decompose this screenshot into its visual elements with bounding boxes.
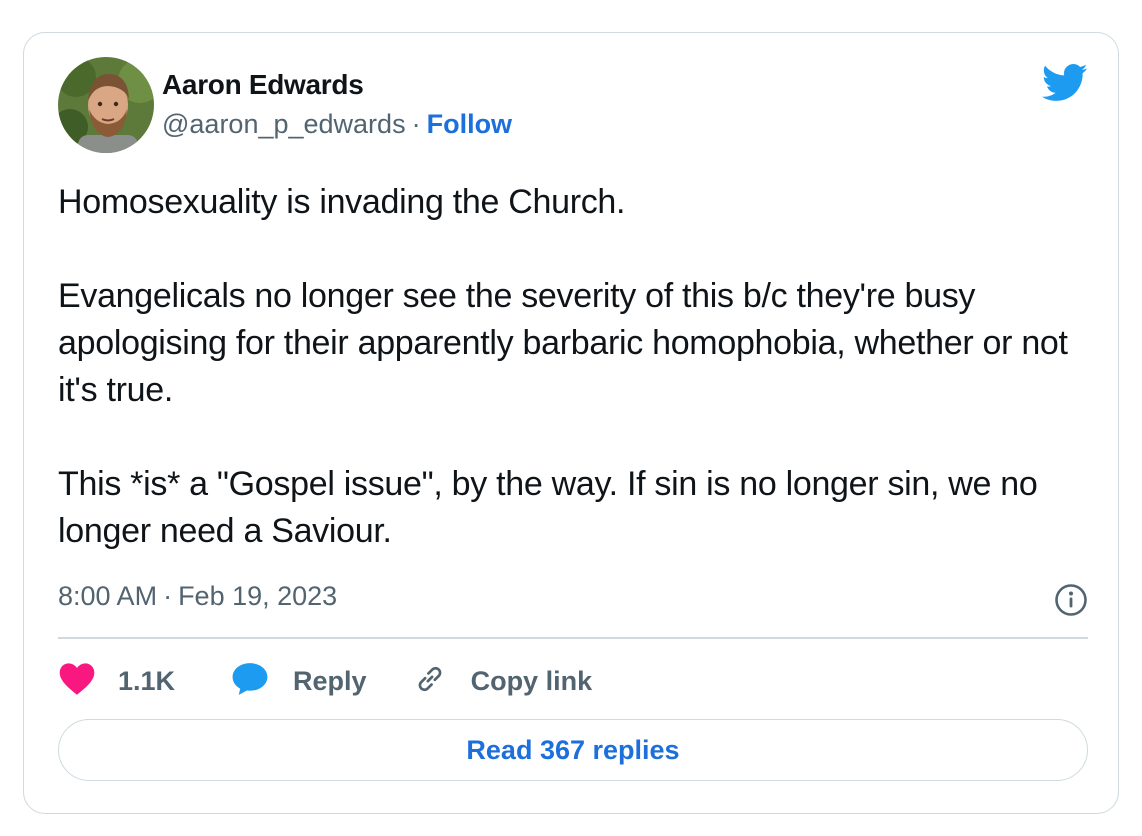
timestamp-separator: · — [163, 581, 173, 611]
author-display-name[interactable]: Aaron Edwards — [162, 69, 364, 101]
handle-separator: · — [411, 109, 421, 139]
heart-icon — [58, 662, 96, 701]
tweet-card: Aaron Edwards @aaron_p_edwards · Follow Ho… — [23, 32, 1119, 814]
twitter-bird-icon[interactable] — [1041, 63, 1088, 103]
reply-bubble-icon — [231, 661, 269, 702]
action-bar: 1.1K Reply Copy link — [58, 661, 592, 701]
author-handle[interactable]: @aaron_p_edwards — [162, 109, 406, 139]
link-icon — [413, 662, 447, 701]
reply-button[interactable]: Reply — [231, 661, 367, 702]
read-replies-button[interactable]: Read 367 replies — [58, 719, 1088, 781]
like-button[interactable]: 1.1K — [58, 662, 175, 701]
copy-link-button[interactable]: Copy link — [413, 662, 593, 701]
reply-label: Reply — [293, 665, 367, 696]
like-count: 1.1K — [118, 665, 176, 696]
tweet-time[interactable]: 8:00 AM — [58, 581, 157, 611]
info-icon[interactable] — [1054, 583, 1088, 617]
author-handle-row: @aaron_p_edwards · Follow — [162, 109, 512, 140]
tweet-text: Homosexuality is invading the Church. Ev… — [58, 183, 1068, 550]
divider — [58, 637, 1088, 639]
avatar[interactable] — [58, 57, 154, 153]
tweet-date[interactable]: Feb 19, 2023 — [178, 581, 337, 611]
copy-link-label: Copy link — [470, 665, 593, 696]
tweet-timestamp[interactable]: 8:00 AM · Feb 19, 2023 — [58, 581, 337, 612]
follow-button[interactable]: Follow — [427, 109, 512, 139]
